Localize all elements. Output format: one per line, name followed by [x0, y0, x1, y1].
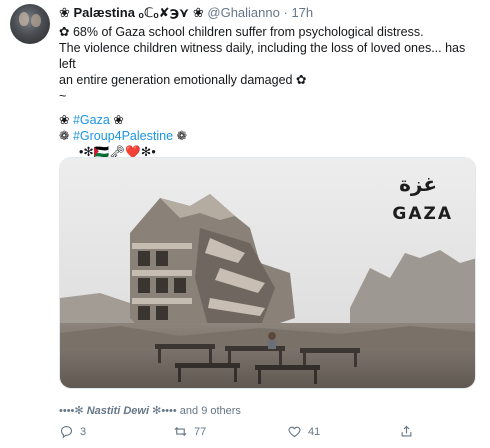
tweet-image[interactable]: غزة GAZA	[59, 157, 476, 389]
like-count: 41	[308, 425, 321, 438]
flower-glyph: ❀	[109, 113, 124, 127]
flower-glyph: ❁	[173, 129, 187, 143]
reply-icon	[60, 425, 73, 439]
like-button[interactable]: 41	[287, 424, 320, 439]
reply-count: 3	[80, 425, 87, 438]
user-handle[interactable]: @Ghalianno	[207, 5, 279, 20]
reply-button[interactable]: 3	[59, 424, 86, 439]
flower-glyph: ❁	[59, 129, 73, 143]
text-line: ~	[59, 89, 67, 103]
flower-glyph: ❀	[59, 113, 73, 127]
share-button[interactable]	[399, 424, 414, 439]
hashtag-group4palestine[interactable]: #Group4Palestine	[73, 129, 173, 143]
image-caption-latin: GAZA	[392, 204, 453, 224]
hashtag-line: ❁ #Group4Palestine ❁	[59, 128, 479, 144]
liked-by-line[interactable]: ••••✻ Nastiti Dewi ✻•••• and 9 others	[59, 404, 241, 417]
retweet-icon	[174, 426, 187, 437]
heart-icon	[288, 426, 301, 438]
tweet-header: ❀ Palæstina ₒℂₒ✘℈⋎ ❀ @Ghalianno · 17h	[59, 5, 313, 21]
avatar[interactable]	[10, 4, 50, 44]
liked-by-name[interactable]: Nastiti Dewi	[87, 405, 149, 417]
retweet-count: 77	[194, 425, 207, 438]
image-caption-arabic: غزة	[399, 172, 437, 196]
text-line: an entire generation emotionally damaged…	[59, 73, 307, 87]
tweet-text: ✿ 68% of Gaza school children suffer fro…	[59, 24, 479, 160]
tweet-card[interactable]: ❀ Palæstina ₒℂₒ✘℈⋎ ❀ @Ghalianno · 17h ✿ …	[0, 0, 490, 448]
text-line: ✿ 68% of Gaza school children suffer fro…	[59, 25, 424, 39]
text-line: The violence children witness daily, inc…	[59, 41, 466, 71]
hashtag-gaza[interactable]: #Gaza	[73, 113, 110, 127]
share-icon	[401, 425, 412, 437]
timestamp[interactable]: 17h	[291, 5, 313, 20]
display-name[interactable]: ❀ Palæstina ₒℂₒ✘℈⋎ ❀	[59, 5, 204, 20]
hashtag-line: ❀ #Gaza ❀	[59, 112, 479, 128]
retweet-button[interactable]: 77	[173, 424, 206, 439]
tweet-actions: 3 77 41	[59, 424, 479, 444]
liked-by-suffix: ✻•••• and 9 others	[149, 405, 241, 417]
separator-dot: ·	[283, 5, 288, 20]
liked-by-prefix: ••••✻	[59, 405, 87, 417]
